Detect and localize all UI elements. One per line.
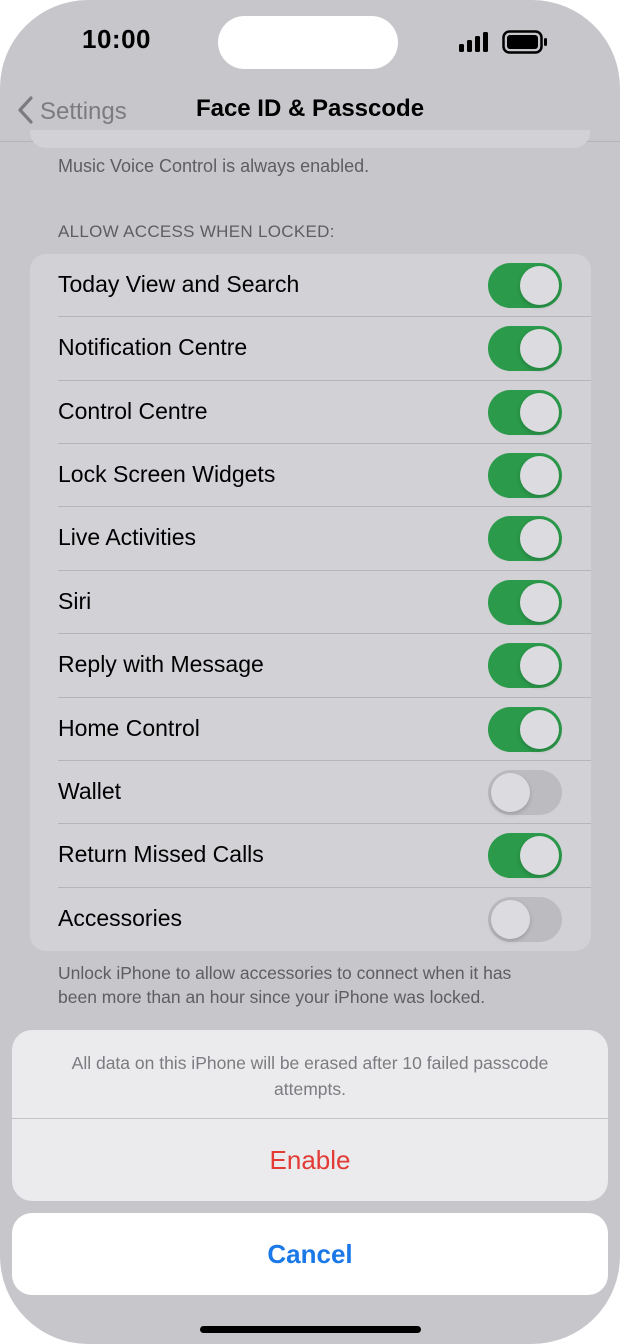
list-item-label: Return Missed Calls: [58, 841, 264, 868]
page-title: Face ID & Passcode: [195, 95, 425, 122]
toggle-switch[interactable]: [488, 833, 562, 879]
status-bar: 10:00: [0, 0, 620, 84]
list-item: Lock Screen Widgets: [30, 444, 591, 508]
toggle-switch[interactable]: [488, 326, 562, 372]
list-item: Today View and Search: [30, 254, 591, 318]
toggle-knob: [491, 772, 530, 812]
battery-icon: [502, 30, 548, 54]
voice-control-note: Music Voice Control is always enabled.: [58, 156, 370, 176]
toggle-knob: [520, 392, 559, 432]
action-sheet: All data on this iPhone will be erased a…: [12, 1030, 608, 1201]
toggle-switch[interactable]: [488, 896, 562, 942]
toggle-knob: [520, 709, 559, 749]
cancel-button[interactable]: Cancel: [12, 1213, 608, 1295]
list-item-label: Today View and Search: [58, 271, 300, 297]
toggle-knob: [520, 646, 559, 686]
list-item-label: Reply with Message: [58, 651, 264, 678]
phone-screen: 10:00 Settings Face ID & Passcode Music …: [0, 0, 620, 1344]
list-item: Notification Centre: [30, 317, 591, 381]
dynamic-island: [218, 16, 398, 69]
list-item-label: Accessories: [58, 904, 182, 931]
cellular-signal-icon: [459, 32, 491, 52]
enable-button[interactable]: Enable: [12, 1119, 608, 1201]
toggle-switch[interactable]: [488, 706, 562, 752]
toggle-switch[interactable]: [488, 769, 562, 815]
toggle-knob: [520, 519, 559, 559]
list-item: Reply with Message: [30, 634, 591, 698]
list-item: Siri: [30, 571, 591, 635]
list-item-label: Lock Screen Widgets: [58, 461, 276, 488]
list-item: Live Activities: [30, 507, 591, 571]
previous-card-edge: [30, 130, 590, 148]
toggle-switch[interactable]: [488, 453, 562, 499]
list-item: Wallet: [30, 761, 591, 825]
toggle-switch[interactable]: [488, 516, 562, 562]
allow-access-list: Today View and Search Notification Centre…: [30, 254, 591, 951]
list-item: Accessories: [30, 888, 591, 951]
section-header: ALLOW ACCESS WHEN LOCKED:: [58, 222, 335, 241]
toggle-knob: [520, 836, 559, 876]
list-item: Home Control: [30, 698, 591, 761]
toggle-knob: [520, 329, 559, 369]
toggle-knob: [520, 456, 559, 496]
status-time: 10:00: [82, 24, 151, 54]
action-sheet-message: All data on this iPhone will be erased a…: [71, 1053, 549, 1099]
accessories-footnote: Unlock iPhone to allow accessories to co…: [58, 963, 512, 1007]
list-item-label: Notification Centre: [58, 334, 248, 361]
toggle-knob: [520, 582, 559, 622]
list-item: Control Centre: [30, 381, 591, 445]
list-item-label: Control Centre: [58, 397, 208, 424]
toggle-switch[interactable]: [488, 263, 562, 308]
list-item-label: Live Activities: [58, 524, 197, 551]
toggle-switch[interactable]: [488, 389, 562, 435]
list-item: Return Missed Calls: [30, 824, 591, 888]
list-item-label: Home Control: [58, 714, 200, 741]
toggle-knob: [491, 899, 530, 939]
toggle-knob: [520, 266, 559, 305]
toggle-switch[interactable]: [488, 643, 562, 689]
toggle-switch[interactable]: [488, 579, 562, 625]
list-item-label: Siri: [58, 587, 92, 614]
list-item-label: Wallet: [58, 777, 122, 804]
home-indicator[interactable]: [200, 1326, 421, 1333]
